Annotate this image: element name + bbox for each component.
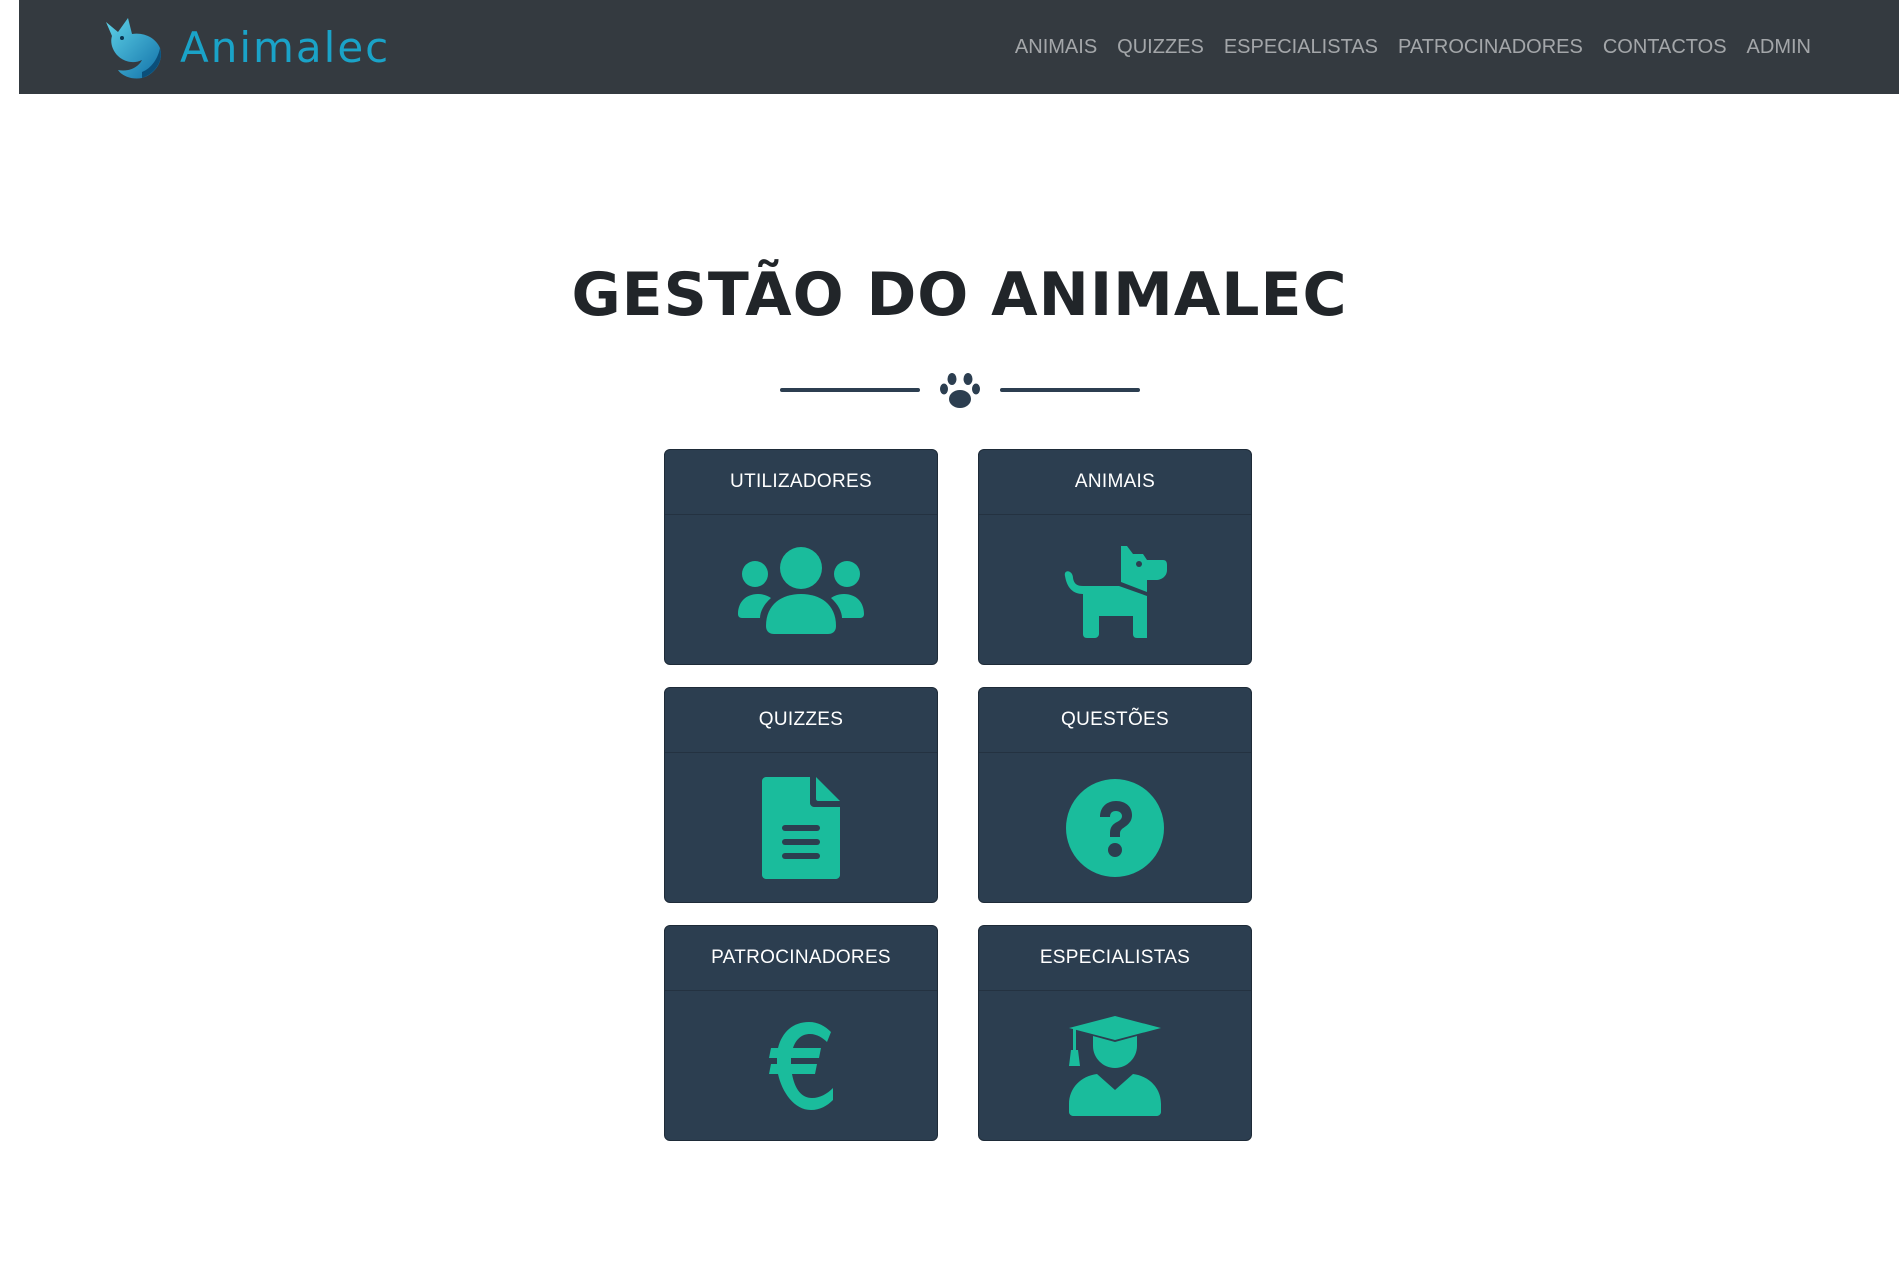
dog-icon xyxy=(1064,546,1167,638)
nav-link-admin[interactable]: ADMIN xyxy=(1747,36,1811,59)
card-title: QUESTÕES xyxy=(1061,709,1169,730)
page-title: GESTÃO DO ANIMALEC xyxy=(571,260,1348,330)
question-circle-icon xyxy=(1066,779,1164,877)
file-icon xyxy=(762,777,840,879)
paw-icon xyxy=(940,373,980,408)
brand-link[interactable]: Animalec xyxy=(98,14,390,80)
card-header: UTILIZADORES xyxy=(665,450,937,515)
card-body xyxy=(665,515,937,664)
card-header: QUESTÕES xyxy=(979,688,1251,753)
card-body xyxy=(979,991,1251,1140)
divider-line-left xyxy=(780,388,920,392)
euro-icon xyxy=(769,1022,833,1110)
card-utilizadores[interactable]: UTILIZADORES xyxy=(664,449,938,665)
card-title: ANIMAIS xyxy=(1074,471,1156,492)
card-body xyxy=(665,991,937,1140)
nav-link-quizzes[interactable]: QUIZZES xyxy=(1117,36,1204,59)
card-header: ANIMAIS xyxy=(979,450,1251,515)
nav-menu: ANIMAIS QUIZZES ESPECIALISTAS PATROCINAD… xyxy=(995,0,1811,94)
card-body xyxy=(979,753,1251,902)
divider-line-right xyxy=(1000,388,1140,392)
fox-logo-icon xyxy=(106,18,162,79)
card-header: PATROCINADORES xyxy=(665,926,937,991)
brand-name: Animalec xyxy=(180,22,391,72)
card-especialistas[interactable]: ESPECIALISTAS xyxy=(978,925,1252,1141)
nav-link-animais[interactable]: ANIMAIS xyxy=(1015,36,1097,59)
navbar: Animalec ANIMAIS QUIZZES ESPECIALISTAS P… xyxy=(19,0,1899,94)
nav-link-patrocinadores[interactable]: PATROCINADORES xyxy=(1398,36,1583,59)
card-questoes[interactable]: QUESTÕES xyxy=(978,687,1252,903)
card-header: QUIZZES xyxy=(665,688,937,753)
card-title: QUIZZES xyxy=(758,709,844,730)
card-body xyxy=(979,515,1251,664)
card-title: UTILIZADORES xyxy=(730,471,872,492)
card-patrocinadores[interactable]: PATROCINADORES xyxy=(664,925,938,1141)
card-header: ESPECIALISTAS xyxy=(979,926,1251,991)
title-divider xyxy=(780,370,1140,410)
card-body xyxy=(665,753,937,902)
card-animais[interactable]: ANIMAIS xyxy=(978,449,1252,665)
card-title: PATROCINADORES xyxy=(711,947,891,968)
users-icon xyxy=(738,547,864,634)
card-title: ESPECIALISTAS xyxy=(1039,947,1191,968)
graduate-icon xyxy=(1069,1016,1161,1116)
nav-link-contactos[interactable]: CONTACTOS xyxy=(1603,36,1727,59)
nav-link-especialistas[interactable]: ESPECIALISTAS xyxy=(1224,36,1378,59)
card-quizzes[interactable]: QUIZZES xyxy=(664,687,938,903)
